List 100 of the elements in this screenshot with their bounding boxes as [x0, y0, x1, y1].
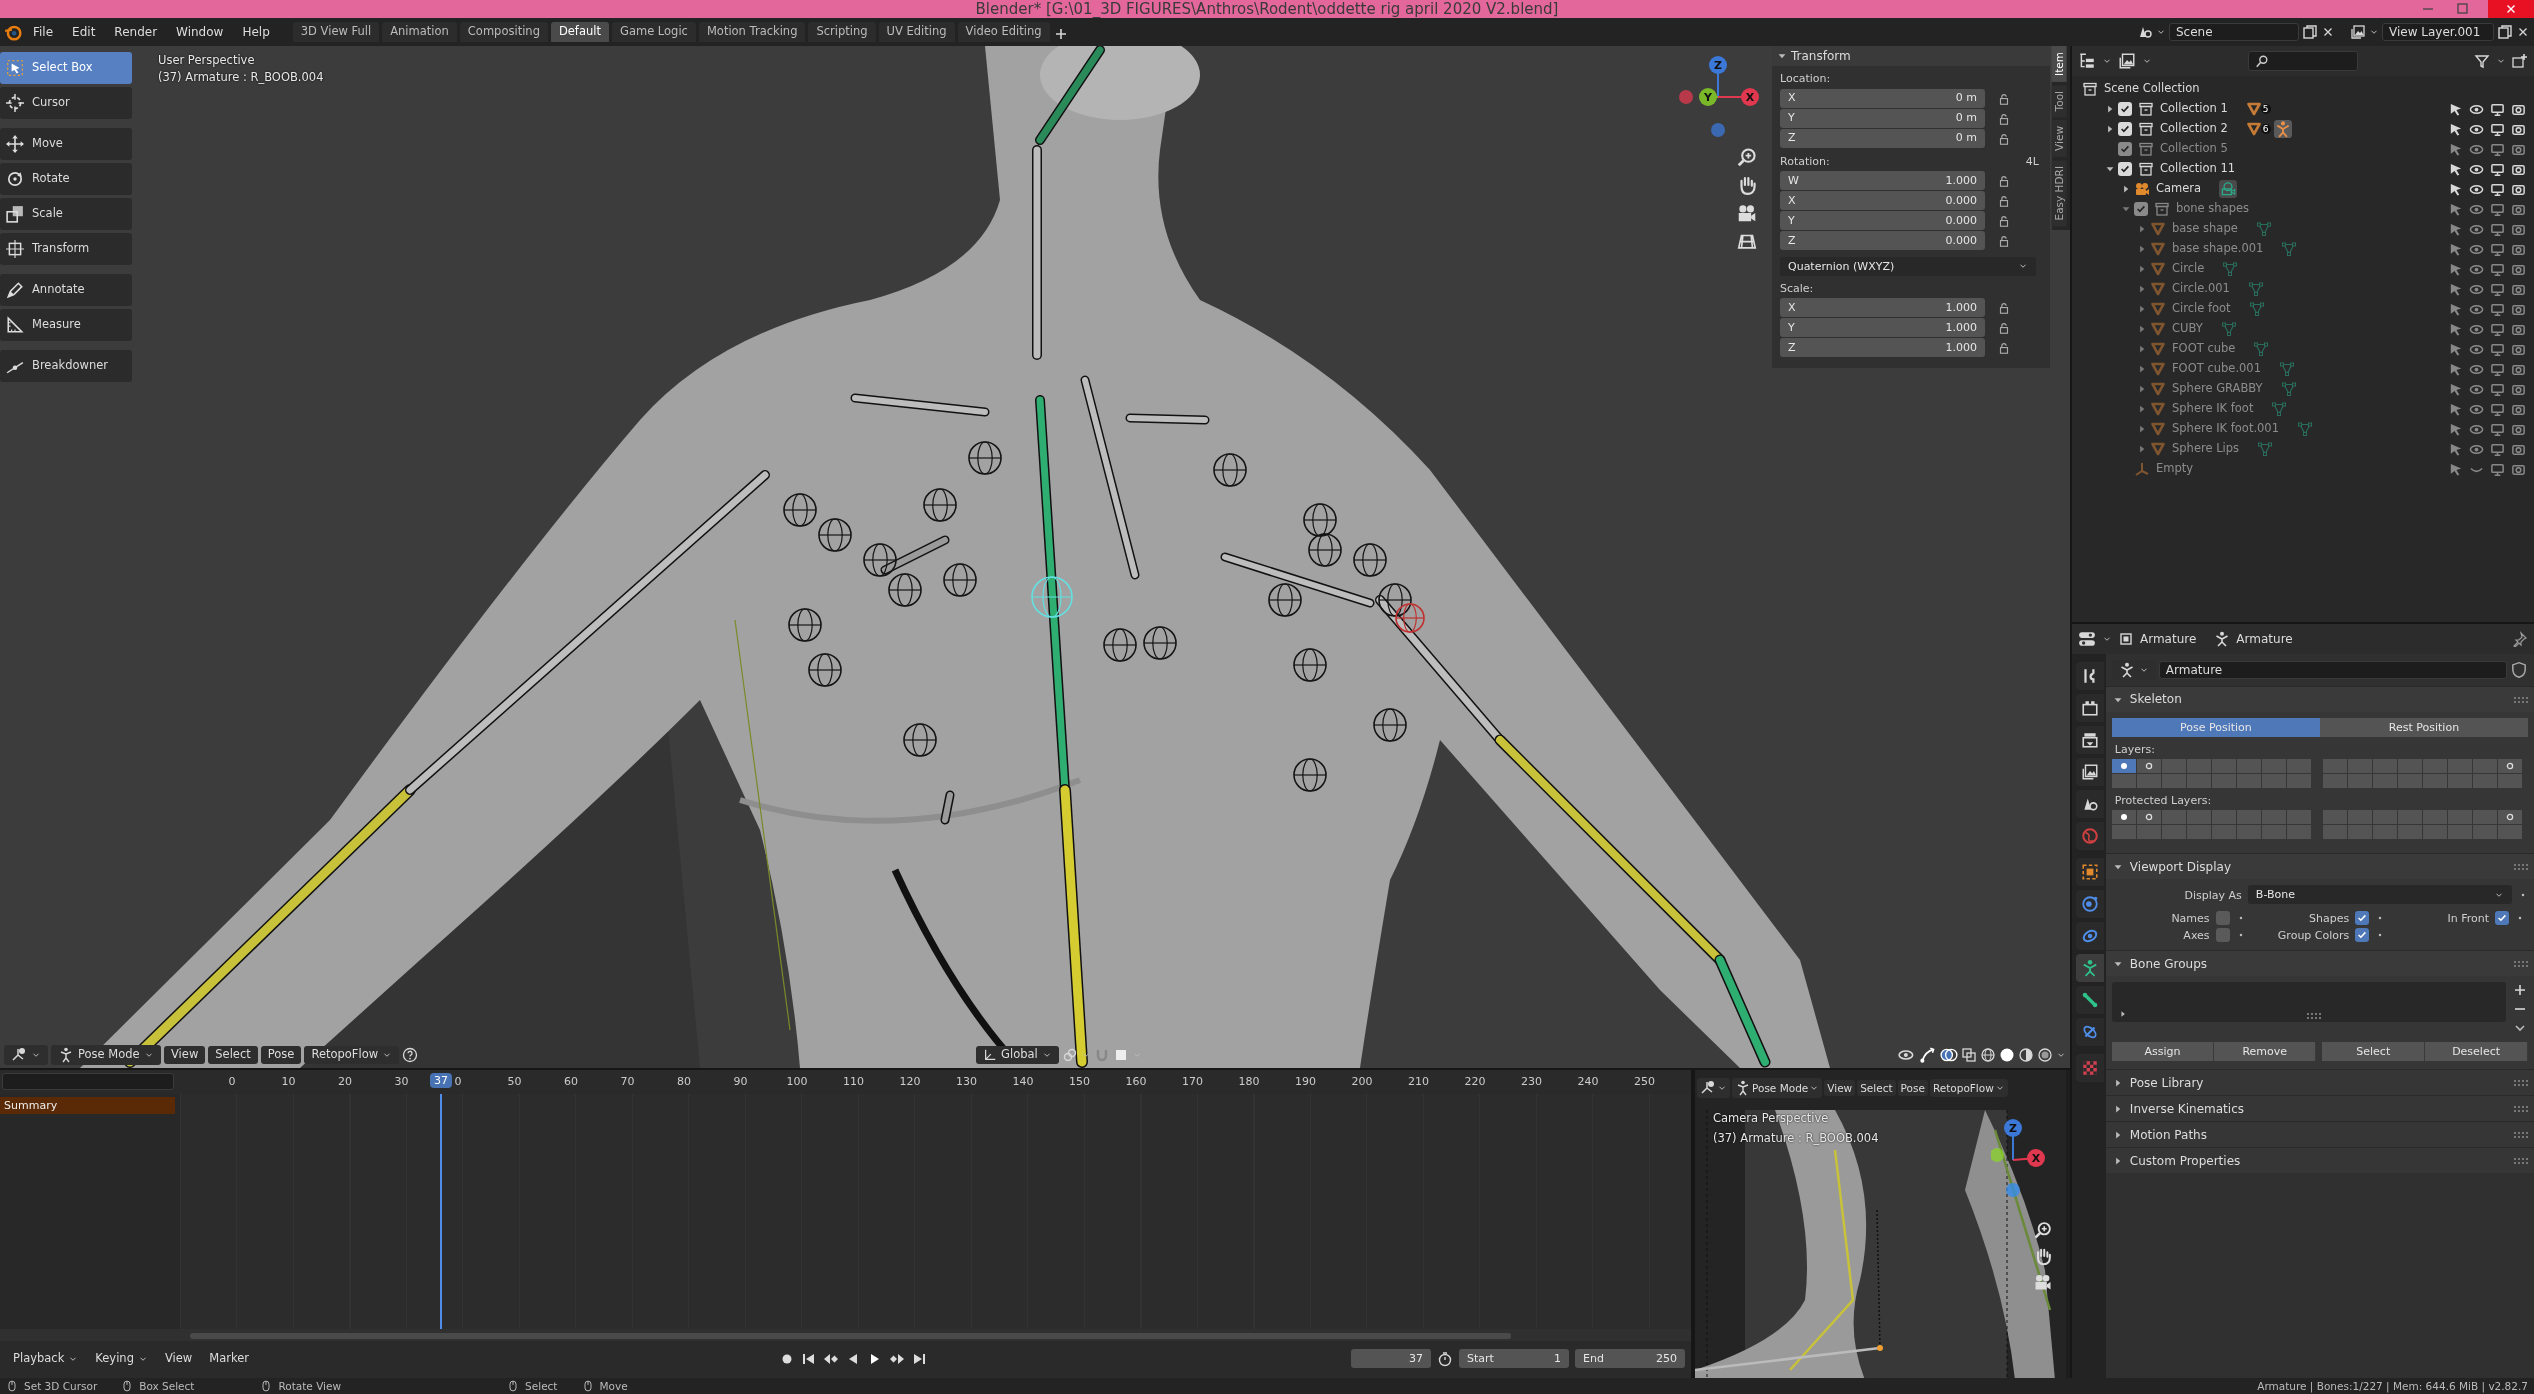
properties-tab[interactable]: [2076, 890, 2104, 918]
workspace-tab[interactable]: 3D View Full: [292, 22, 380, 42]
layer-toggle[interactable]: [2286, 810, 2311, 825]
lock-icon[interactable]: [1997, 320, 2011, 335]
layer-toggle[interactable]: [2261, 774, 2286, 789]
layer-toggle[interactable]: [2261, 825, 2286, 840]
properties-tab[interactable]: [2076, 790, 2104, 818]
shield-icon[interactable]: [2510, 661, 2528, 679]
layer-toggle[interactable]: [2372, 825, 2397, 840]
layer-toggle[interactable]: [2422, 759, 2447, 774]
panel-header[interactable]: Viewport Display: [2105, 853, 2534, 880]
layer-toggle[interactable]: [2372, 810, 2397, 825]
tool-button[interactable]: Measure: [0, 309, 132, 341]
lock-toggle[interactable]: 4L: [2025, 154, 2039, 168]
checkbox[interactable]: [2355, 928, 2370, 943]
scrollbar[interactable]: [190, 1332, 1511, 1339]
start-field[interactable]: Start 1: [1459, 1349, 1569, 1369]
layer-toggle[interactable]: [2447, 759, 2472, 774]
layer-toggle[interactable]: [2286, 759, 2311, 774]
checkbox[interactable]: [2118, 122, 2132, 136]
monitor-icon[interactable]: [2490, 101, 2505, 117]
armature-icon[interactable]: [2273, 120, 2292, 138]
layer-toggle[interactable]: [2136, 825, 2161, 840]
layer-toggle[interactable]: [2447, 825, 2472, 840]
menu-item[interactable]: Select: [208, 1046, 258, 1064]
properties-tab[interactable]: [2076, 758, 2104, 786]
menu-item[interactable]: File: [25, 22, 62, 42]
layer-toggle[interactable]: [2211, 759, 2236, 774]
layer-toggle[interactable]: [2322, 825, 2347, 840]
layer-toggle[interactable]: [2422, 774, 2447, 789]
checkbox[interactable]: [2495, 911, 2509, 926]
layer-toggle[interactable]: [2286, 825, 2311, 840]
menu-item[interactable]: Window: [168, 22, 232, 42]
layer-toggle[interactable]: [2372, 774, 2397, 789]
end-field[interactable]: End 250: [1575, 1349, 1685, 1369]
layer-toggle[interactable]: [2347, 774, 2372, 789]
view-layer-icon[interactable]: [2118, 52, 2136, 70]
lock-icon[interactable]: [1997, 111, 2011, 126]
layer-toggle[interactable]: [2397, 825, 2422, 840]
display-mode-icon[interactable]: [2078, 52, 2096, 70]
tool-button[interactable]: Scale: [0, 198, 132, 230]
layer-toggle[interactable]: [2186, 759, 2211, 774]
channel-row[interactable]: Summary: [0, 1096, 175, 1114]
workspace-tab[interactable]: Compositing: [459, 22, 548, 42]
mode-dropdown[interactable]: Pose Mode: [51, 1045, 161, 1065]
current-frame-indicator[interactable]: 37: [430, 1073, 453, 1089]
zoom-icon[interactable]: [2033, 1220, 2053, 1240]
menu-item[interactable]: View: [157, 1350, 200, 1369]
mode-dropdown[interactable]: Pose Mode: [1732, 1078, 1823, 1098]
search-field[interactable]: [2248, 51, 2358, 71]
select-arrow-icon[interactable]: [2448, 121, 2463, 137]
copy-icon[interactable]: [2497, 24, 2513, 40]
layer-toggle[interactable]: [2286, 774, 2311, 789]
number-field[interactable]: Z 1.000: [1780, 337, 1985, 357]
tree-item[interactable]: Collection 2: [2160, 122, 2228, 136]
number-field[interactable]: Y 0.000: [1780, 210, 1985, 230]
solid-shading-icon[interactable]: [1999, 1047, 2015, 1063]
checkbox[interactable]: [2355, 911, 2370, 926]
axis-gizmo[interactable]: Z X: [1991, 1110, 2066, 1202]
addon-dropdown[interactable]: RetopoFlow: [304, 1046, 400, 1064]
layer-toggle[interactable]: [2161, 810, 2186, 825]
tool-button[interactable]: Move: [0, 128, 132, 160]
layer-toggle[interactable]: [2236, 825, 2261, 840]
layer-toggle[interactable]: [2347, 825, 2372, 840]
tool-button[interactable]: Breakdowner: [0, 350, 132, 382]
properties-tab[interactable]: [2076, 662, 2104, 690]
lock-icon[interactable]: [1997, 340, 2011, 355]
layer-toggle[interactable]: [2236, 774, 2261, 789]
tree-item[interactable]: Collection 1: [2160, 102, 2228, 116]
layer-toggle[interactable]: [2372, 759, 2397, 774]
monitor-icon[interactable]: [2490, 181, 2505, 197]
select-arrow-icon[interactable]: [2448, 101, 2463, 117]
layer-toggle[interactable]: [2322, 810, 2347, 825]
zoom-icon[interactable]: [1736, 146, 1758, 168]
axis-gizmo[interactable]: Z Y X: [1672, 54, 1764, 146]
layer-toggle[interactable]: [2497, 810, 2522, 825]
playhead-line[interactable]: [440, 1093, 443, 1329]
layer-toggle[interactable]: [2472, 810, 2497, 825]
workspace-tab[interactable]: Video Editing: [957, 22, 1050, 42]
panel-header[interactable]: Skeleton: [2105, 686, 2534, 712]
layer-toggle[interactable]: [2261, 759, 2286, 774]
menu-item[interactable]: Edit: [64, 22, 104, 42]
tree-item[interactable]: Scene Collection: [2104, 82, 2200, 96]
panel-header[interactable]: Pose Library: [2105, 1069, 2534, 1096]
menu-item[interactable]: Marker: [202, 1350, 256, 1369]
properties-tab[interactable]: [2076, 986, 2104, 1014]
editor-type-icon[interactable]: [2078, 630, 2096, 648]
panel-header[interactable]: Custom Properties: [2105, 1147, 2534, 1174]
rotation-mode-dropdown[interactable]: Quaternion (WXYZ): [1780, 256, 2036, 276]
monitor-icon[interactable]: [2490, 161, 2505, 177]
menu-item[interactable]: Help: [234, 22, 278, 42]
layer-toggle[interactable]: [2497, 759, 2522, 774]
layer-toggle[interactable]: [2161, 759, 2186, 774]
action-button[interactable]: Deselect: [2425, 1042, 2528, 1062]
segment-button[interactable]: Pose Position: [2111, 718, 2320, 737]
number-field[interactable]: X 0 m: [1780, 88, 1985, 108]
layer-toggle[interactable]: [2186, 825, 2211, 840]
number-field[interactable]: Z 0.000: [1780, 230, 1985, 250]
layer-toggle[interactable]: [2211, 810, 2236, 825]
workspace-tab[interactable]: Default: [550, 22, 609, 42]
